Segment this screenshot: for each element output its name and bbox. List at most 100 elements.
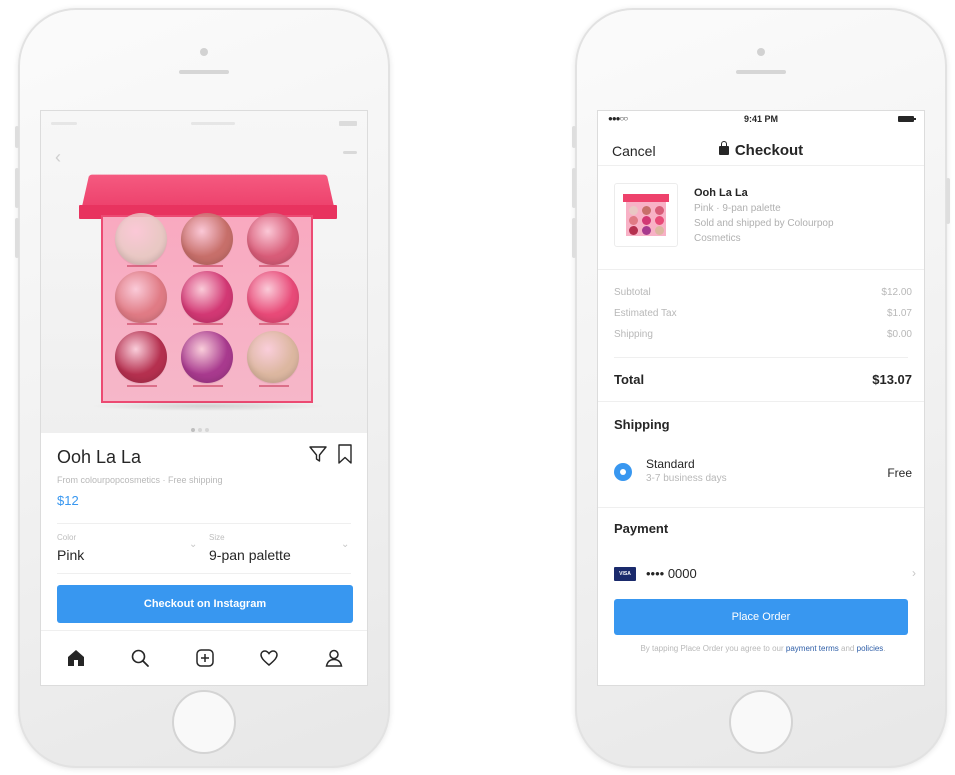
lock-icon — [718, 141, 729, 155]
faded-status-bar — [51, 119, 357, 129]
checkout-screen: ●●●○○ 9:41 PM Cancel Checkout Ooh La La … — [597, 110, 925, 686]
front-camera — [757, 48, 765, 56]
checkout-title-text: Checkout — [734, 142, 804, 159]
shipping-radio-selected[interactable] — [614, 463, 632, 481]
front-camera — [200, 48, 208, 56]
product-name: Ooh La La — [57, 447, 142, 467]
item-variant: Pink · 9-pan palette — [694, 203, 781, 214]
shipping-option-name[interactable]: Standard — [646, 457, 695, 471]
color-select[interactable]: Pink — [57, 547, 84, 563]
status-time: 9:41 PM — [743, 114, 778, 124]
shade-pan — [181, 271, 233, 323]
phone-home-button — [172, 690, 236, 754]
power-button — [946, 178, 950, 224]
checkout-title: Checkout — [598, 141, 924, 159]
item-seller-cont: Cosmetics — [694, 233, 741, 244]
volume-up-button — [15, 168, 19, 208]
size-chevron-down-icon[interactable]: ⌄ — [341, 539, 349, 550]
more-icon[interactable] — [343, 151, 357, 154]
size-label: Size — [209, 533, 225, 542]
divider — [57, 523, 351, 524]
volume-up-button — [572, 168, 576, 208]
color-label: Color — [57, 533, 77, 542]
shade-pan — [247, 331, 299, 383]
item-title: Ooh La La — [694, 187, 748, 199]
home-icon[interactable] — [63, 645, 89, 671]
shade-label — [127, 385, 157, 387]
color-chevron-down-icon[interactable]: ⌄ — [189, 539, 197, 550]
size-select[interactable]: 9-pan palette — [209, 547, 291, 563]
share-filter-icon[interactable] — [309, 445, 327, 468]
terms-suffix: . — [883, 644, 886, 653]
merchant-line[interactable]: From colourpopcosmetics · Free shipping — [57, 475, 223, 485]
divider — [57, 573, 351, 574]
product-screen: ‹ Ooh La La From colourpopcosmetics · Fr… — [40, 110, 368, 686]
terms-and: and — [841, 644, 855, 653]
divider — [598, 269, 924, 270]
shade-label — [259, 323, 289, 325]
right-phone-frame: ●●●○○ 9:41 PM Cancel Checkout Ooh La La … — [572, 8, 950, 768]
carousel-page-dots — [191, 419, 212, 437]
earpiece-speaker — [179, 70, 229, 74]
policies-link[interactable]: policies — [857, 644, 884, 653]
payment-heading: Payment — [614, 521, 669, 536]
payment-terms-link[interactable]: payment terms — [786, 644, 839, 653]
phone-home-button — [729, 690, 793, 754]
product-price: $12 — [57, 493, 79, 508]
mute-switch — [572, 126, 576, 148]
checkout-nav-bar: Cancel Checkout — [598, 133, 924, 166]
subtotal-label: Subtotal — [614, 287, 651, 298]
product-thumbnail — [614, 183, 678, 247]
shade-pan — [181, 213, 233, 265]
shade-pan — [247, 271, 299, 323]
shade-label — [259, 265, 289, 267]
shade-pan — [247, 213, 299, 265]
payment-chevron-right-icon[interactable]: › — [912, 566, 916, 580]
product-image[interactable]: ‹ — [41, 111, 367, 433]
shipping-heading: Shipping — [614, 417, 670, 432]
battery-icon — [898, 116, 916, 122]
total-value: $13.07 — [872, 372, 912, 387]
search-icon[interactable] — [127, 645, 153, 671]
palette-shadow — [91, 401, 325, 411]
profile-icon[interactable] — [321, 645, 347, 671]
left-phone-frame: ‹ Ooh La La From colourpopcosmetics · Fr… — [15, 8, 390, 768]
volume-down-button — [15, 218, 19, 258]
checkout-on-instagram-button[interactable]: Checkout on Instagram — [57, 585, 353, 623]
tax-label: Estimated Tax — [614, 308, 677, 319]
heart-icon[interactable] — [256, 645, 282, 671]
earpiece-speaker — [736, 70, 786, 74]
shade-label — [193, 323, 223, 325]
mute-switch — [15, 126, 19, 148]
bookmark-icon[interactable] — [337, 444, 353, 469]
total-label: Total — [614, 372, 645, 387]
shipping-option-price: Free — [887, 466, 912, 480]
shipping-cost-value: $0.00 — [886, 329, 912, 340]
shade-pan — [115, 213, 167, 265]
back-chevron-icon[interactable]: ‹ — [55, 147, 61, 168]
shipping-option-days: 3-7 business days — [646, 473, 727, 484]
shade-pan — [181, 331, 233, 383]
visa-card-icon: VISA — [614, 567, 636, 581]
shade-label — [127, 323, 157, 325]
shade-pan — [115, 331, 167, 383]
divider — [614, 357, 908, 358]
tax-value: $1.07 — [886, 308, 912, 319]
status-bar: ●●●○○ 9:41 PM — [598, 111, 924, 127]
shipping-cost-label: Shipping — [614, 329, 653, 340]
shade-pan — [115, 271, 167, 323]
volume-down-button — [572, 218, 576, 258]
subtotal-value: $12.00 — [881, 287, 912, 298]
shade-label — [127, 265, 157, 267]
add-post-icon[interactable] — [192, 645, 218, 671]
payment-card-number[interactable]: •••• 0000 — [646, 566, 697, 581]
divider — [598, 401, 924, 402]
shade-label — [193, 265, 223, 267]
terms-text: By tapping Place Order you agree to our … — [614, 643, 912, 655]
place-order-button[interactable]: Place Order — [614, 599, 908, 635]
terms-prefix: By tapping Place Order you agree to our — [640, 644, 784, 653]
shade-label — [193, 385, 223, 387]
shade-label — [259, 385, 289, 387]
divider — [598, 507, 924, 508]
bottom-tab-bar — [41, 630, 367, 685]
